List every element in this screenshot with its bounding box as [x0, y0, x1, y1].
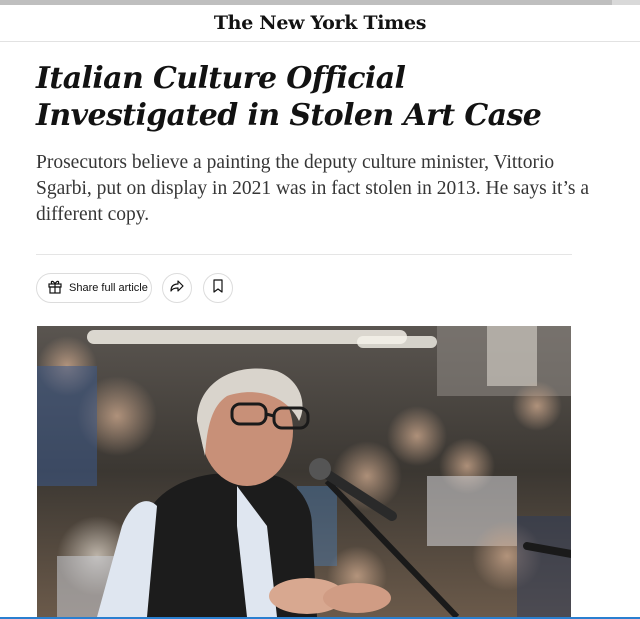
gift-icon [47, 278, 69, 298]
site-logo[interactable]: The New York Times [214, 12, 427, 34]
article-lead-photo [37, 326, 571, 617]
article-summary: Prosecutors believe a painting the deput… [36, 152, 589, 225]
bookmark-icon [210, 278, 226, 298]
save-bookmark-button[interactable] [203, 273, 233, 303]
masthead: The New York Times [0, 5, 640, 42]
share-forward-button[interactable] [162, 273, 192, 303]
divider [36, 254, 572, 255]
share-arrow-icon [169, 278, 185, 298]
share-full-article-button[interactable]: Share full article [36, 273, 152, 303]
share-button-label: Share full article [69, 282, 148, 294]
article-headline: Italian Culture Official Investigated in… [36, 61, 542, 133]
